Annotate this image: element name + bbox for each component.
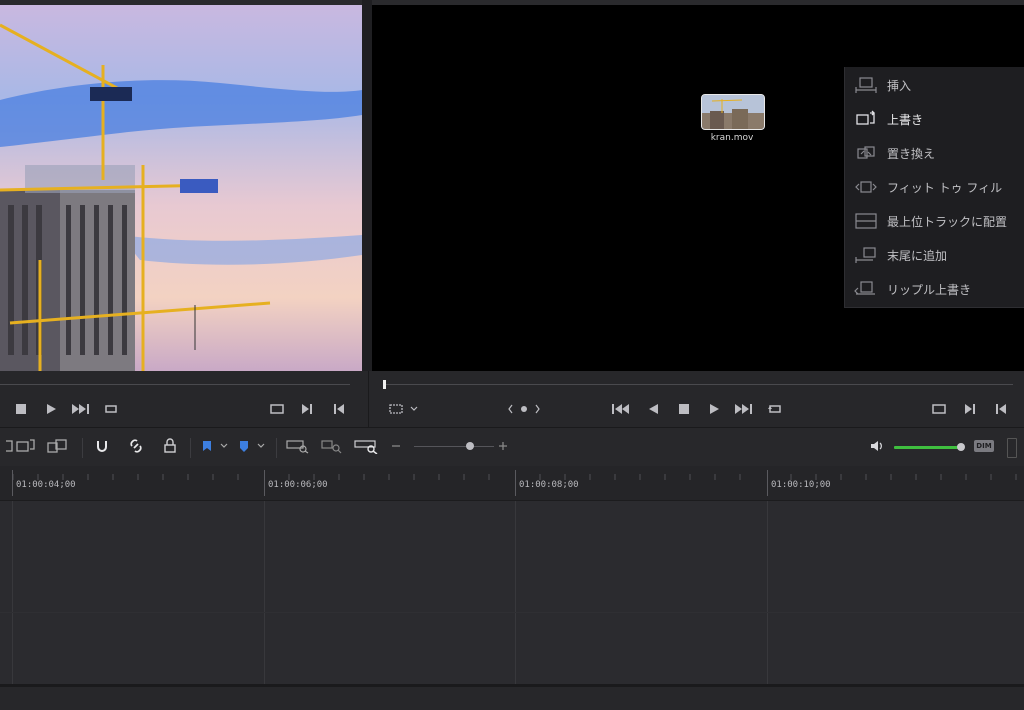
playhead-marker[interactable]: [383, 380, 386, 389]
jog-control[interactable]: [505, 400, 543, 418]
zoom-in-button[interactable]: [496, 437, 510, 455]
full-extent-zoom-button[interactable]: [286, 437, 310, 455]
zoom-slider-track[interactable]: [414, 446, 494, 447]
place-on-top-icon: [845, 212, 887, 230]
timecode-label: 01:00:08;00: [519, 480, 579, 490]
insert-clip-button[interactable]: [15, 437, 37, 455]
source-scrub-bar[interactable]: [0, 384, 350, 385]
source-viewer[interactable]: [0, 5, 362, 371]
toolbar-separator: [190, 438, 191, 458]
zoom-out-button[interactable]: [389, 437, 403, 455]
edit-toolbar: DIM: [0, 427, 1024, 467]
edit-overlay-menu: 挿入 上書き 置き換え フィット トゥ フィル 最上位トラックに配置 末尾に追加: [844, 67, 1024, 308]
menu-item-insert[interactable]: 挿入: [845, 70, 1024, 100]
stop-button[interactable]: [675, 400, 693, 418]
dragged-clip-thumbnail[interactable]: [701, 94, 765, 130]
go-to-end-button[interactable]: [735, 400, 753, 418]
transport-divider: [368, 371, 369, 427]
source-loop-button[interactable]: [102, 400, 120, 418]
timeline-panel[interactable]: 01:00:04;00 01:00:06;00 01:00:08;00 01:0…: [0, 466, 1024, 710]
append-at-end-icon: [845, 246, 887, 264]
linked-selection-icon[interactable]: [127, 437, 145, 455]
snapping-icon[interactable]: [93, 437, 111, 455]
clip-thumbnail-image: [702, 95, 764, 129]
timecode-label: 01:00:10;00: [771, 480, 831, 490]
menu-item-overwrite[interactable]: 上書き: [845, 104, 1024, 134]
toolbar-separator: [276, 438, 277, 458]
menu-item-append-at-end[interactable]: 末尾に追加: [845, 240, 1024, 270]
viewer-zoom-dropdown[interactable]: [388, 400, 422, 418]
next-edit-button[interactable]: [961, 400, 979, 418]
timeline-gridline: [767, 501, 768, 685]
ripple-overwrite-icon: [845, 280, 887, 298]
ruler-major-tick: [515, 470, 516, 496]
marker-dropdown[interactable]: [236, 437, 268, 455]
ruler-major-tick: [264, 470, 265, 496]
volume-slider-handle[interactable]: [957, 443, 965, 451]
source-stop-button[interactable]: [12, 400, 30, 418]
dragged-clip-name: kran.mov: [710, 133, 754, 143]
ruler-ticks: [12, 474, 1017, 480]
replace-clip-button[interactable]: [46, 437, 72, 455]
timeline-gridline: [515, 501, 516, 685]
flag-dropdown[interactable]: [199, 437, 231, 455]
menu-item-place-on-top[interactable]: 最上位トラックに配置: [845, 206, 1024, 236]
ruler-major-tick: [767, 470, 768, 496]
track-divider: [0, 612, 1024, 613]
ruler-major-tick: [12, 470, 13, 496]
go-to-start-button[interactable]: [612, 400, 630, 418]
volume-slider-track[interactable]: [894, 446, 960, 449]
viewer-divider: [362, 0, 372, 375]
menu-item-fit-to-fill[interactable]: フィット トゥ フィル: [845, 172, 1024, 202]
timeline-scrollbar-area[interactable]: [0, 687, 1024, 710]
source-prev-frame-button[interactable]: [330, 400, 348, 418]
speaker-icon[interactable]: [868, 437, 886, 455]
timeline-gridline: [264, 501, 265, 685]
transport-area: [0, 371, 1024, 427]
replace-icon: [845, 144, 887, 162]
menu-item-replace[interactable]: 置き換え: [845, 138, 1024, 168]
detail-zoom-button[interactable]: [321, 437, 345, 455]
source-play-button[interactable]: [42, 400, 60, 418]
insert-icon: [845, 76, 887, 94]
source-match-frame-button[interactable]: [268, 400, 286, 418]
source-next-frame-button[interactable]: [298, 400, 316, 418]
timeline-scrub-bar[interactable]: [383, 384, 1013, 385]
dim-button[interactable]: DIM: [974, 440, 994, 452]
play-button[interactable]: [705, 400, 723, 418]
zoom-slider-handle[interactable]: [466, 442, 474, 450]
timeline-gridline: [12, 501, 13, 685]
timecode-label: 01:00:04;00: [16, 480, 76, 490]
match-frame-button[interactable]: [930, 400, 948, 418]
prev-edit-button[interactable]: [992, 400, 1010, 418]
source-fast-forward-button[interactable]: [72, 400, 90, 418]
overwrite-icon: [845, 110, 887, 128]
timecode-ruler[interactable]: 01:00:04;00 01:00:06;00 01:00:08;00 01:0…: [0, 466, 1024, 501]
custom-zoom-button[interactable]: [354, 437, 380, 455]
source-frame-image: [0, 5, 362, 371]
toolbar-separator: [82, 438, 83, 458]
menu-item-ripple-overwrite[interactable]: リップル上書き: [845, 274, 1024, 304]
position-lock-icon[interactable]: [161, 437, 179, 455]
play-reverse-button[interactable]: [645, 400, 663, 418]
fit-to-fill-icon: [845, 178, 887, 196]
timecode-label: 01:00:06;00: [268, 480, 328, 490]
audio-meter: [1007, 438, 1017, 458]
loop-button[interactable]: [766, 400, 784, 418]
